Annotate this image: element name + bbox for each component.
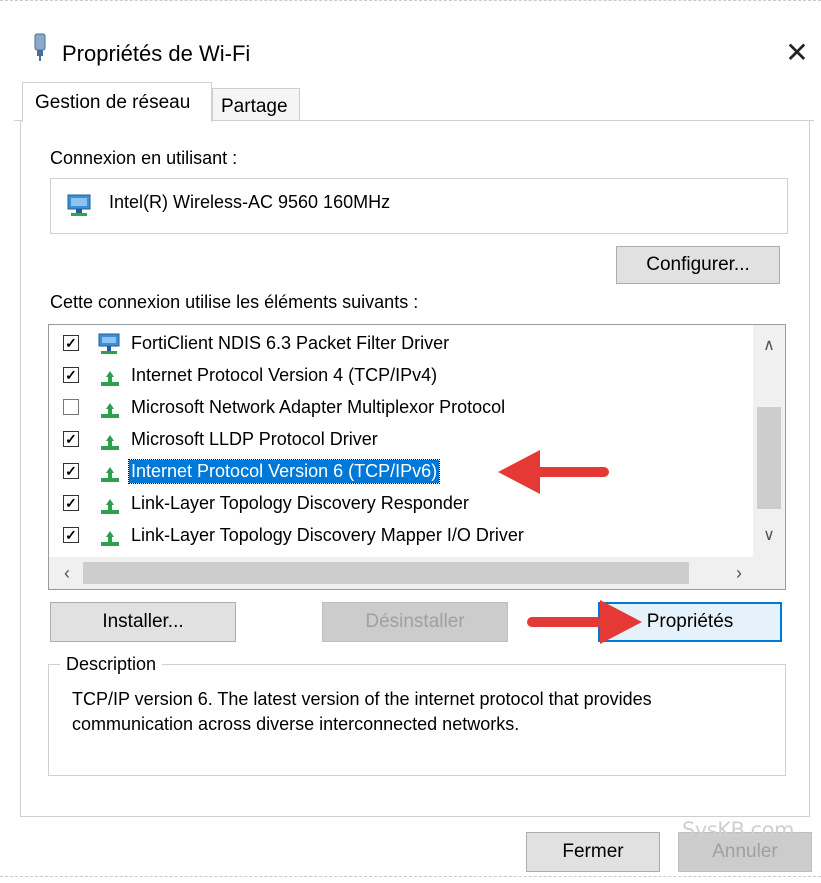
tab-gestion-de-reseau[interactable]: Gestion de réseau bbox=[22, 82, 212, 122]
tab-label: Gestion de réseau bbox=[35, 92, 191, 113]
annotation-arrow bbox=[498, 450, 609, 494]
annotation-overlay bbox=[498, 450, 642, 644]
annotation-arrow bbox=[527, 600, 642, 644]
